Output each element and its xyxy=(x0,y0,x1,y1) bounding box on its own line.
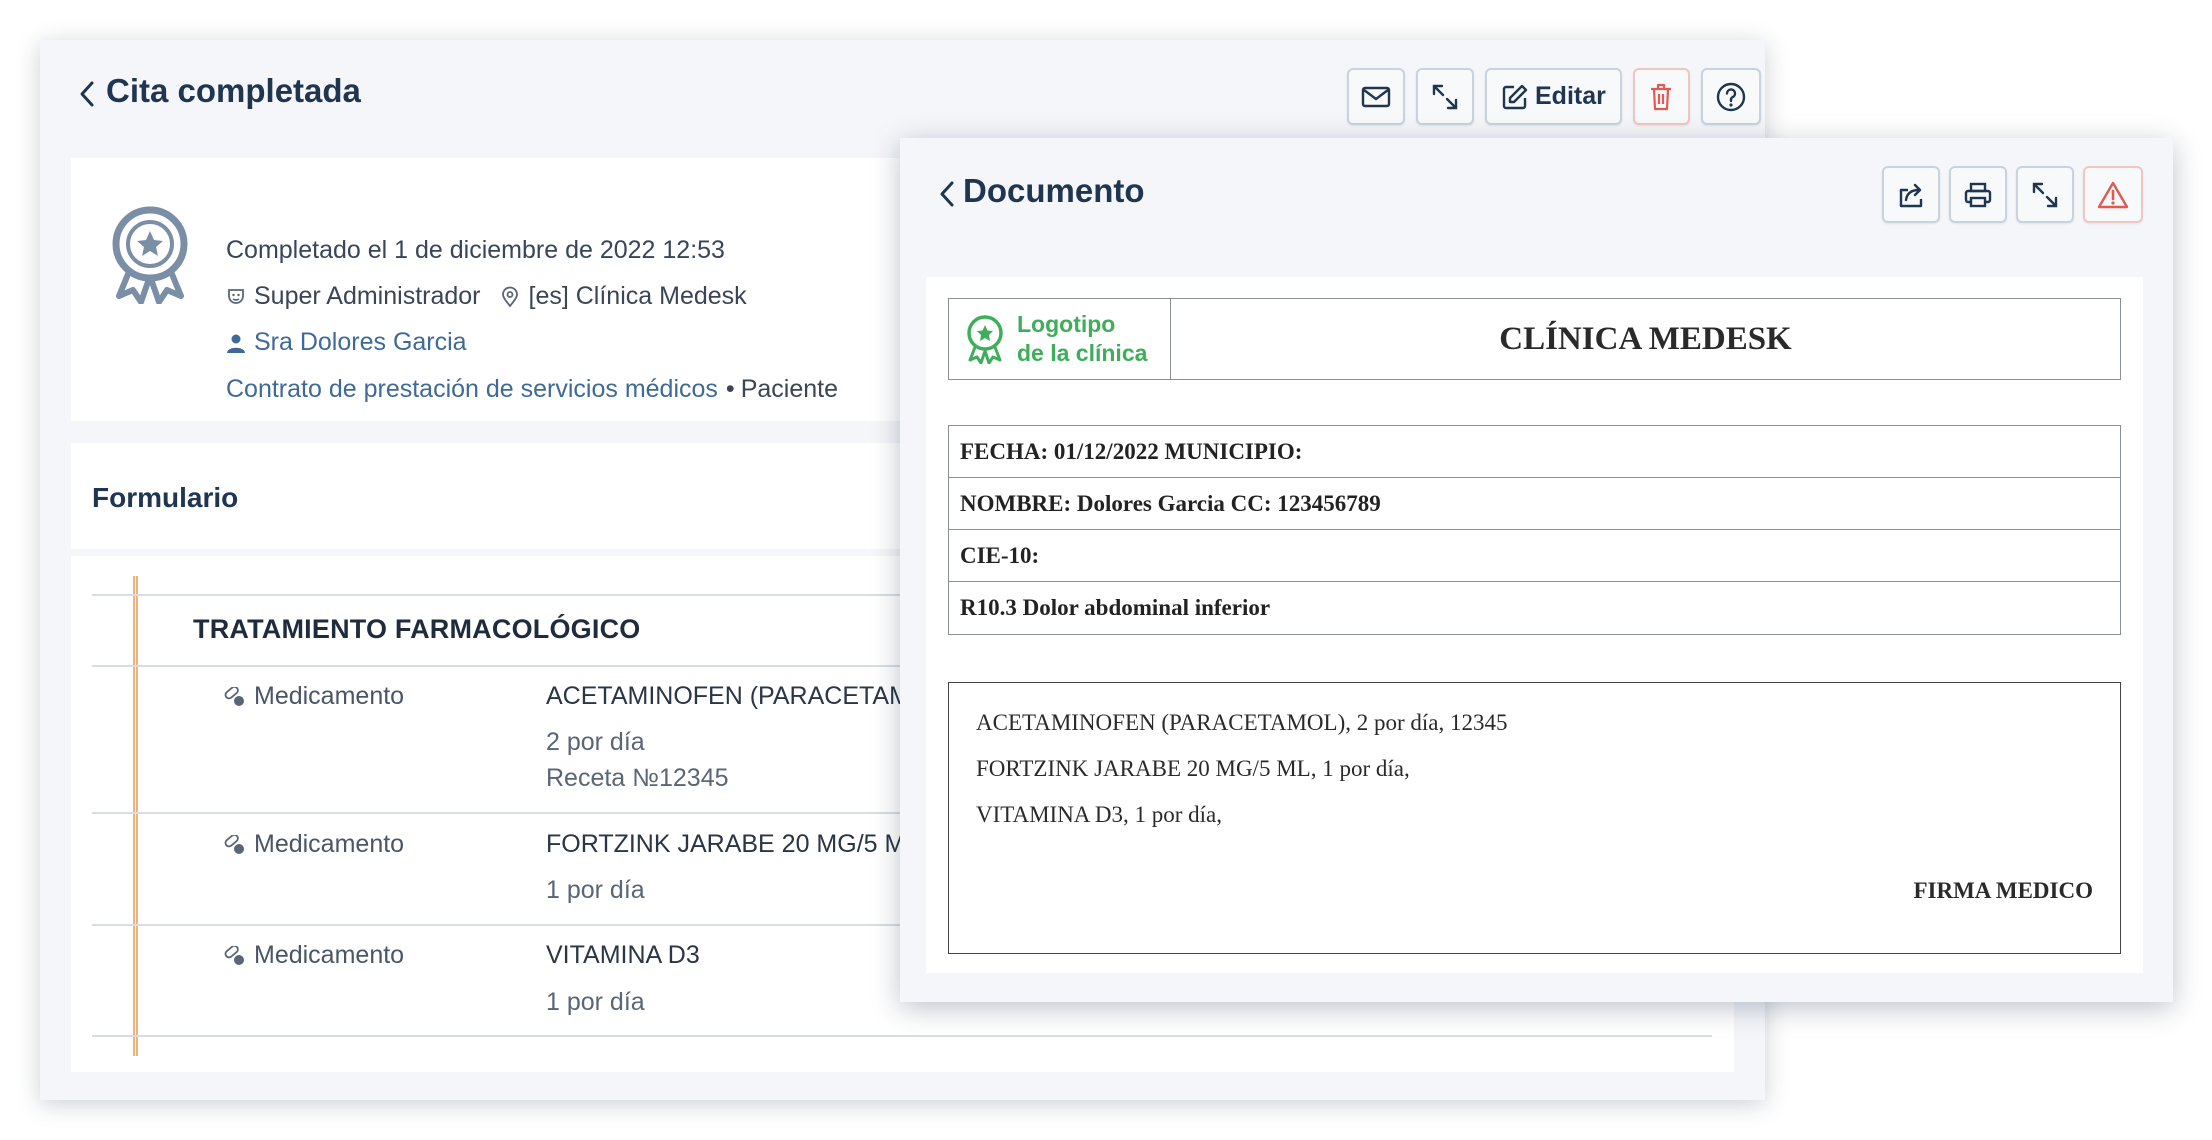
prescription-number: Receta №12345 xyxy=(546,764,729,792)
delete-button[interactable] xyxy=(1632,68,1690,125)
document-title: Documento xyxy=(963,172,1145,209)
completed-date-text: Completado el 1 de diciembre de 2022 12:… xyxy=(226,236,725,264)
document-expand-button[interactable] xyxy=(2016,166,2074,223)
clinic-logo: Logotipo de la clínica xyxy=(949,299,1171,379)
share-icon xyxy=(1899,183,1923,207)
document-letterhead: Logotipo de la clínica CLÍNICA MEDESK xyxy=(948,298,2121,380)
chevron-left-icon xyxy=(80,81,94,107)
clinic-name: CLÍNICA MEDESK xyxy=(1499,320,1792,357)
document-preview: Logotipo de la clínica CLÍNICA MEDESK FE… xyxy=(926,277,2143,973)
medication-name: ACETAMINOFEN (PARACETAMOL xyxy=(546,682,944,710)
warning-icon xyxy=(2097,181,2129,208)
document-toolbar xyxy=(1882,166,2143,223)
pills-icon xyxy=(224,834,244,854)
patient-line[interactable]: Sra Dolores Garcia xyxy=(226,328,467,357)
contract-link[interactable]: Contrato de prestación de servicios médi… xyxy=(226,375,718,404)
award-icon xyxy=(112,206,188,304)
form-title: Formulario xyxy=(92,482,239,513)
back-button[interactable] xyxy=(74,76,100,112)
logo-line-2: de la clínica xyxy=(1017,340,1148,366)
medication-label-text: Medicamento xyxy=(254,941,405,969)
author-name: Super Administrador xyxy=(254,282,481,310)
pills-icon xyxy=(224,945,244,965)
logo-text: Logotipo de la clínica xyxy=(1017,310,1147,368)
share-button[interactable] xyxy=(1882,166,1940,223)
location-name: [es] Clínica Medesk xyxy=(528,282,747,310)
expand-icon xyxy=(1432,84,1458,109)
author-location-line: Super Administrador [es] Clínica Medesk xyxy=(226,282,747,311)
completed-date: Completado el 1 de diciembre de 2022 12:… xyxy=(226,236,725,265)
medication-label: Medicamento xyxy=(224,682,404,711)
award-icon xyxy=(967,315,1003,364)
mail-icon xyxy=(1361,86,1391,107)
pills-icon xyxy=(224,686,244,706)
report-button[interactable] xyxy=(2083,166,2143,223)
prescription-line: VITAMINA D3, 1 por día, xyxy=(976,802,1223,827)
document-back-button[interactable] xyxy=(934,176,960,212)
info-row-date: FECHA: 01/12/2022 MUNICIPIO: xyxy=(949,426,2120,478)
page-title: Cita completada xyxy=(106,72,361,109)
expand-button[interactable] xyxy=(1416,68,1474,125)
help-icon xyxy=(1716,82,1746,111)
medication-name: VITAMINA D3 xyxy=(546,941,700,969)
location-pin-icon xyxy=(501,286,518,307)
medication-label-text: Medicamento xyxy=(254,682,405,710)
timeline-bar xyxy=(133,576,138,1056)
medication-dose: 1 por día xyxy=(546,876,645,904)
info-row-name: NOMBRE: Dolores Garcia CC: 123456789 xyxy=(949,478,2120,530)
divider xyxy=(92,1035,1712,1037)
info-row-diagnosis: R10.3 Dolor abdominal inferior xyxy=(960,595,1271,620)
medication-name: FORTZINK JARABE 20 MG/5 ML xyxy=(546,830,920,858)
patient-role: Paciente xyxy=(740,375,838,403)
separator-dot: • xyxy=(725,375,735,403)
help-button[interactable] xyxy=(1700,68,1761,125)
prescription-line: ACETAMINOFEN (PARACETAMOL), 2 por día, 1… xyxy=(976,710,1508,735)
section-title: TRATAMIENTO FARMACOLÓGICO xyxy=(193,614,641,644)
medication-dose: 1 por día xyxy=(546,988,645,1016)
patient-info-table: FECHA: 01/12/2022 MUNICIPIO: NOMBRE: Dol… xyxy=(948,425,2121,635)
info-row-cie: CIE-10: xyxy=(949,530,2120,582)
email-button[interactable] xyxy=(1347,68,1405,125)
medication-label: Medicamento xyxy=(224,941,404,970)
edit-icon xyxy=(1502,84,1528,109)
edit-button-label: Editar xyxy=(1535,82,1606,110)
prescription-box: ACETAMINOFEN (PARACETAMOL), 2 por día, 1… xyxy=(948,682,2121,954)
expand-icon xyxy=(2032,182,2058,207)
patient-link[interactable]: Sra Dolores Garcia xyxy=(254,328,467,357)
logo-line-1: Logotipo xyxy=(1017,311,1116,337)
user-icon xyxy=(227,334,245,353)
document-window: Documento Logotipo de la clínica CLÍNICA… xyxy=(900,138,2173,1002)
trash-icon xyxy=(1651,83,1672,110)
medication-label: Medicamento xyxy=(224,830,404,859)
medication-label-text: Medicamento xyxy=(254,830,405,858)
contract-line: Contrato de prestación de servicios médi… xyxy=(226,375,838,404)
chevron-left-icon xyxy=(940,181,954,207)
print-button[interactable] xyxy=(1949,166,2007,223)
medication-dose: 2 por día xyxy=(546,728,645,756)
prescription-line: FORTZINK JARABE 20 MG/5 ML, 1 por día, xyxy=(976,756,1410,781)
print-icon xyxy=(1964,182,1992,207)
mask-icon xyxy=(228,288,244,304)
appointment-header: Cita completada Editar xyxy=(40,40,1765,150)
edit-button[interactable]: Editar xyxy=(1485,68,1622,125)
signature-label: FIRMA MEDICO xyxy=(1913,878,2093,903)
appointment-toolbar: Editar xyxy=(1347,68,1761,125)
